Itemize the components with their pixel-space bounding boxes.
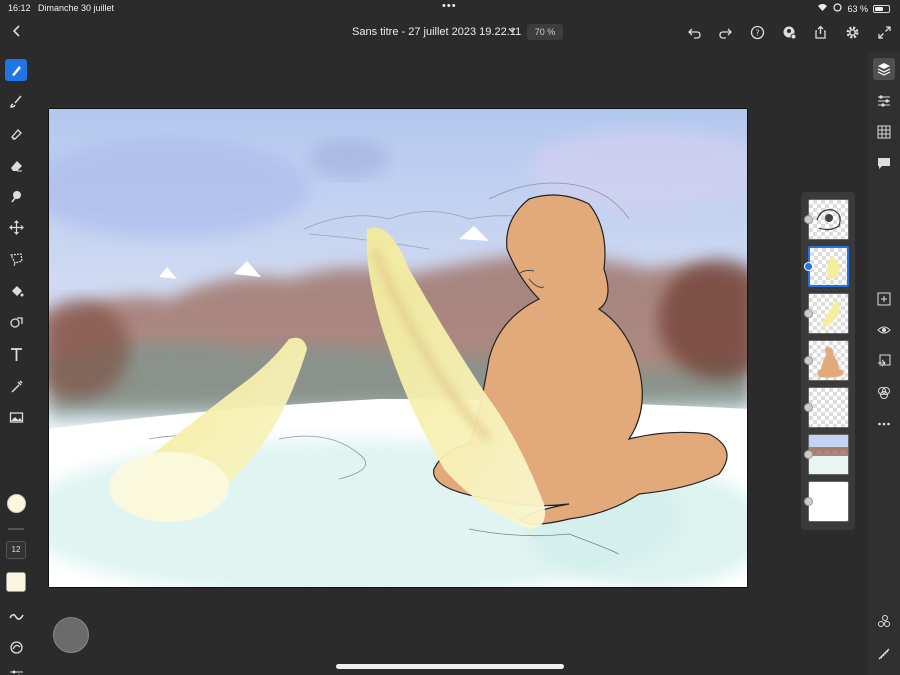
- visibility-icon[interactable]: [873, 319, 895, 341]
- layer-visibility-dot[interactable]: [804, 215, 813, 224]
- top-bar: Sans titre - 27 juillet 2023 19.22.11 70…: [0, 16, 900, 48]
- text-icon[interactable]: [5, 343, 27, 365]
- status-bar: 16:12 Dimanche 30 juillet ••• 63 %: [0, 0, 900, 16]
- comment-icon[interactable]: [873, 152, 895, 174]
- battery-icon: [873, 4, 890, 13]
- settings-icon[interactable]: [843, 23, 861, 41]
- brush-settings-icon[interactable]: [5, 636, 27, 658]
- back-icon[interactable]: [10, 24, 24, 38]
- adjust-sliders-icon[interactable]: [5, 664, 27, 675]
- help-icon[interactable]: ?: [748, 23, 766, 41]
- undo-icon[interactable]: [685, 23, 703, 41]
- fullscreen-icon[interactable]: [875, 23, 893, 41]
- document-title[interactable]: Sans titre - 27 juillet 2023 19.22.11: [352, 26, 521, 38]
- brush-select-icon[interactable]: [5, 59, 27, 81]
- layers-panel: [801, 192, 855, 530]
- eyedropper-icon[interactable]: [5, 375, 27, 397]
- move-icon[interactable]: [5, 216, 27, 238]
- app-window: 16:12 Dimanche 30 juillet ••• 63 % Sans …: [0, 0, 900, 675]
- status-time: 16:12: [8, 3, 31, 13]
- more-icon[interactable]: [873, 413, 895, 435]
- layer-visibility-dot[interactable]: [804, 309, 813, 318]
- brush-size-value[interactable]: 12: [6, 541, 26, 559]
- layer-visibility-dot[interactable]: [804, 403, 813, 412]
- svg-text:?: ?: [755, 28, 759, 37]
- eraser-brush-icon[interactable]: [5, 122, 27, 144]
- left-toolbar: 12: [0, 52, 32, 675]
- eraser-icon[interactable]: [5, 154, 27, 176]
- right-toolbar: [868, 52, 900, 675]
- tools-icon[interactable]: [873, 610, 895, 632]
- brush-color-swatch[interactable]: [6, 572, 26, 592]
- layer-thumbnail[interactable]: [808, 481, 849, 522]
- status-date: Dimanche 30 juillet: [38, 3, 115, 13]
- stroke-smoothing-icon[interactable]: [5, 605, 27, 627]
- layer-visibility-dot[interactable]: [804, 450, 813, 459]
- layer-thumbnail[interactable]: [808, 293, 849, 334]
- share-icon[interactable]: [811, 23, 829, 41]
- layer-visibility-dot[interactable]: [804, 497, 813, 506]
- brush-icon[interactable]: [5, 90, 27, 112]
- zoom-level[interactable]: 70 %: [527, 24, 563, 40]
- home-indicator[interactable]: [336, 664, 564, 669]
- layer-thumbnail[interactable]: [808, 246, 849, 287]
- layer-visibility-dot[interactable]: [804, 262, 813, 271]
- smudge-icon[interactable]: [5, 185, 27, 207]
- layers-icon[interactable]: [873, 58, 895, 80]
- grid-icon[interactable]: [873, 121, 895, 143]
- import-icon[interactable]: [873, 350, 895, 372]
- canvas-artboard[interactable]: [48, 108, 748, 588]
- blend-icon[interactable]: [873, 382, 895, 404]
- artwork: [49, 109, 747, 587]
- battery-percent: 63 %: [847, 3, 868, 14]
- adjust-icon[interactable]: [873, 90, 895, 112]
- add-layer-icon[interactable]: [873, 288, 895, 310]
- redo-icon[interactable]: [716, 23, 734, 41]
- location-icon: [833, 3, 843, 14]
- divider: [8, 528, 24, 530]
- image-icon[interactable]: [5, 406, 27, 428]
- color-picker-swatch[interactable]: [7, 494, 26, 513]
- multitask-dots-icon[interactable]: •••: [442, 0, 457, 12]
- touch-modifier-button[interactable]: [53, 617, 89, 653]
- fill-icon[interactable]: [5, 280, 27, 302]
- status-right: 63 %: [817, 3, 890, 14]
- shape-icon[interactable]: [5, 311, 27, 333]
- ruler-icon[interactable]: [873, 643, 895, 665]
- wifi-icon: [817, 3, 828, 14]
- layer-thumbnail[interactable]: [808, 387, 849, 428]
- chevron-down-icon[interactable]: [507, 25, 517, 38]
- layer-visibility-dot[interactable]: [804, 356, 813, 365]
- lasso-icon[interactable]: [5, 248, 27, 270]
- layer-thumbnail[interactable]: [808, 199, 849, 240]
- layer-thumbnail[interactable]: [808, 340, 849, 381]
- layer-thumbnail[interactable]: [808, 434, 849, 475]
- share-account-icon[interactable]: [780, 23, 798, 41]
